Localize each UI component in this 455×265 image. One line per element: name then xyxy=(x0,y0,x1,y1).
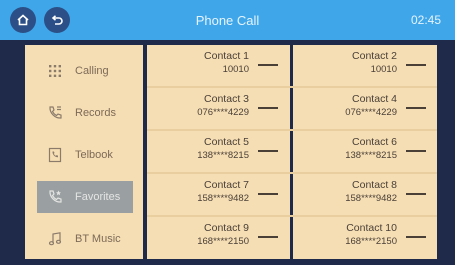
sidebar-item-label: Favorites xyxy=(75,191,121,203)
favorites-icon xyxy=(43,187,67,207)
contact-item[interactable]: Contact 8 158****9482 xyxy=(295,174,435,214)
contact-item[interactable]: Contact 3 076****4229 xyxy=(147,88,287,128)
sidebar-item-telbook[interactable]: Telbook xyxy=(37,139,133,171)
dash-icon xyxy=(258,150,278,152)
contact-number: 076****4229 xyxy=(197,107,249,118)
contact-item[interactable]: Contact 9 168****2150 xyxy=(147,217,287,257)
contact-name: Contact 6 xyxy=(352,136,397,148)
contact-number: 10010 xyxy=(222,64,249,75)
sidebar-item-label: Records xyxy=(75,107,116,119)
music-note-icon xyxy=(43,229,67,249)
contact-number: 138****8215 xyxy=(345,150,397,161)
contact-name: Contact 3 xyxy=(204,93,249,105)
dash-icon xyxy=(258,236,278,238)
dash-icon xyxy=(258,64,278,66)
contact-number: 10010 xyxy=(370,64,397,75)
column-divider xyxy=(290,45,293,259)
contact-item[interactable]: Contact 7 158****9482 xyxy=(147,174,287,214)
sidebar-item-favorites[interactable]: Favorites xyxy=(37,181,133,213)
dash-icon xyxy=(406,64,426,66)
contact-item[interactable]: Contact 2 10010 xyxy=(295,45,435,85)
sidebar: Calling Records Telbook Favorites BT Mus… xyxy=(25,45,143,259)
sidebar-item-calling[interactable]: Calling xyxy=(37,55,133,87)
contact-name: Contact 9 xyxy=(204,222,249,234)
call-records-icon xyxy=(43,103,67,123)
page-title: Phone Call xyxy=(195,12,260,28)
contact-item[interactable]: Contact 5 138****8215 xyxy=(147,131,287,171)
contact-number: 076****4229 xyxy=(345,107,397,118)
contact-item[interactable]: Contact 1 10010 xyxy=(147,45,287,85)
contact-name: Contact 4 xyxy=(352,93,397,105)
sidebar-item-label: BT Music xyxy=(75,233,121,245)
contact-number: 168****2150 xyxy=(345,236,397,247)
sidebar-item-bt-music[interactable]: BT Music xyxy=(37,223,133,255)
contact-name: Contact 7 xyxy=(204,179,249,191)
dash-icon xyxy=(406,150,426,152)
contact-name: Contact 2 xyxy=(352,50,397,62)
dash-icon xyxy=(258,107,278,109)
contact-name: Contact 1 xyxy=(204,50,249,62)
contact-item[interactable]: Contact 6 138****8215 xyxy=(295,131,435,171)
dash-icon xyxy=(406,193,426,195)
contact-item[interactable]: Contact 4 076****4229 xyxy=(295,88,435,128)
sidebar-item-label: Calling xyxy=(75,65,109,77)
contact-number: 168****2150 xyxy=(197,236,249,247)
contact-number: 138****8215 xyxy=(197,150,249,161)
contact-number: 158****9482 xyxy=(197,193,249,204)
sidebar-item-label: Telbook xyxy=(75,149,113,161)
contact-name: Contact 10 xyxy=(346,222,397,234)
contact-item[interactable]: Contact 10 168****2150 xyxy=(295,217,435,257)
dialpad-icon xyxy=(43,61,67,81)
top-bar: Phone Call 02:45 xyxy=(0,0,455,40)
contact-number: 158****9482 xyxy=(345,193,397,204)
dash-icon xyxy=(406,107,426,109)
phone-call-screen: Phone Call 02:45 Calling Records Telbook… xyxy=(0,0,455,265)
phonebook-icon xyxy=(43,145,67,165)
dash-icon xyxy=(406,236,426,238)
clock: 02:45 xyxy=(410,13,441,27)
contact-name: Contact 8 xyxy=(352,179,397,191)
sidebar-item-records[interactable]: Records xyxy=(37,97,133,129)
contact-name: Contact 5 xyxy=(204,136,249,148)
favorites-contact-grid: Contact 1 10010 Contact 2 10010 Contact … xyxy=(147,45,437,259)
dash-icon xyxy=(258,193,278,195)
